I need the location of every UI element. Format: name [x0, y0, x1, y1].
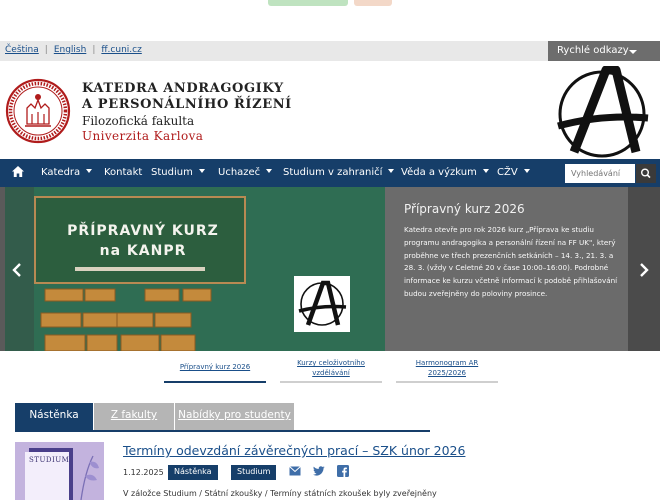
chevron-left-icon — [12, 263, 21, 277]
cookie-bar-remnant — [0, 0, 660, 40]
main-nav: Katedra Kontakt Studium Uchazeč Studium … — [0, 159, 660, 187]
facebook-share-icon[interactable] — [337, 465, 349, 477]
slide-tab-indicator — [280, 381, 382, 383]
nav-item-czv[interactable]: CŽV — [497, 167, 530, 178]
slide-tab-indicator — [164, 381, 266, 383]
chevron-down-icon — [523, 169, 530, 173]
chevron-down-icon — [388, 169, 395, 173]
cookie-accept-button[interactable] — [268, 0, 348, 6]
slide-text: Katedra otevře pro rok 2026 kurz „Přípra… — [404, 225, 618, 298]
news-title-link[interactable]: Termíny odevzdání závěrečných prací – SZ… — [123, 443, 465, 458]
nav-item-studium[interactable]: Studium — [151, 167, 205, 178]
news-thumbnail-label: STUDIUM — [29, 456, 70, 464]
slide-heading[interactable]: Přípravný kurz 2026 — [404, 202, 525, 216]
university-seal-logo[interactable] — [5, 78, 71, 144]
nav-item-studium-v-zahranici[interactable]: Studium v zahraničí — [283, 167, 395, 178]
twitter-share-icon[interactable] — [313, 466, 325, 476]
tag-nastenka[interactable]: Nástěnka — [168, 465, 218, 480]
carousel: PŘÍPRAVNÝ KURZ na KANPR Přípravný kurz 2… — [0, 187, 660, 351]
slide-caption: Přípravný kurz 2026 Katedra otevře pro r… — [385, 187, 633, 351]
slide-tab-kurzy-czv[interactable]: Kurzy celoživotního vzdělávání — [280, 358, 382, 378]
tab-nastenka[interactable]: Nástěnka — [15, 403, 93, 430]
chevron-right-icon — [640, 263, 649, 277]
news-excerpt: V záložce Studium / Státní zkoušky / Ter… — [123, 489, 437, 498]
tabs-underline — [15, 430, 430, 432]
board-line-1: PŘÍPRAVNÝ KURZ — [67, 223, 219, 239]
university-name: Univerzita Karlova — [82, 129, 204, 143]
carousel-prev-button[interactable] — [0, 187, 34, 351]
nav-item-kontakt[interactable]: Kontakt — [104, 167, 142, 178]
board-text: PŘÍPRAVNÝ KURZ na KANPR — [53, 221, 233, 261]
nav-item-uchazec[interactable]: Uchazeč — [218, 167, 273, 178]
slide-tab-pripravny-kurz[interactable]: Přípravný kurz 2026 — [164, 362, 266, 372]
news-tabs: Nástěnka Z fakulty Nabídky pro studenty — [15, 403, 435, 431]
lang-czech-link[interactable]: Čeština — [5, 45, 39, 55]
email-share-icon[interactable] — [289, 466, 301, 477]
title-line-2: A PERSONÁLNÍHO ŘÍZENÍ — [82, 97, 292, 112]
news-date: 1.12.2025 — [123, 468, 164, 477]
nav-item-katedra[interactable]: Katedra — [41, 167, 93, 178]
quick-links-label: Rychlé odkazy — [557, 45, 629, 56]
search-button[interactable] — [636, 164, 656, 183]
chevron-down-icon — [86, 169, 93, 173]
carousel-next-button[interactable] — [628, 187, 660, 351]
kanpr-logo — [557, 66, 649, 158]
slide-tab-harmonogram[interactable]: Harmonogram AR 2025/2026 — [396, 358, 498, 378]
slide-tab-indicator — [396, 381, 498, 383]
news-thumbnail-illustration — [15, 442, 104, 500]
department-title[interactable]: KATEDRA ANDRAGOGIKY A PERSONÁLNÍHO ŘÍZEN… — [82, 81, 292, 144]
lang-english-link[interactable]: English — [54, 45, 87, 55]
tab-nabidky-pro-studenty[interactable]: Nabídky pro studenty — [175, 403, 294, 430]
language-links: Čeština | English | ff.cuni.cz — [5, 45, 142, 55]
site-header: KATEDRA ANDRAGOGIKY A PERSONÁLNÍHO ŘÍZEN… — [0, 61, 660, 159]
slide-image[interactable]: PŘÍPRAVNÝ KURZ na KANPR — [5, 187, 385, 351]
slide-tabs: Přípravný kurz 2026 Kurzy celoživotního … — [0, 351, 660, 385]
search-input[interactable] — [565, 164, 635, 183]
tag-studium[interactable]: Studium — [231, 465, 277, 480]
faculty-site-link[interactable]: ff.cuni.cz — [101, 45, 141, 55]
chevron-down-icon — [629, 50, 637, 54]
tab-z-fakulty[interactable]: Z fakulty — [94, 403, 174, 430]
quick-links-dropdown[interactable]: Rychlé odkazy — [548, 41, 660, 61]
home-icon[interactable] — [12, 166, 24, 177]
slide-illustration — [5, 187, 385, 351]
chevron-down-icon — [482, 169, 489, 173]
news-thumbnail[interactable]: STUDIUM — [15, 442, 104, 500]
title-line-1: KATEDRA ANDRAGOGIKY — [82, 81, 284, 96]
search-icon — [640, 168, 651, 179]
chevron-down-icon — [266, 169, 273, 173]
chevron-down-icon — [198, 169, 205, 173]
cookie-reject-button[interactable] — [354, 0, 392, 6]
nav-item-veda-a-vyzkum[interactable]: Věda a výzkum — [401, 167, 489, 178]
board-line-2: na KANPR — [99, 243, 187, 259]
faculty-name: Filozofická fakulta — [82, 114, 195, 128]
